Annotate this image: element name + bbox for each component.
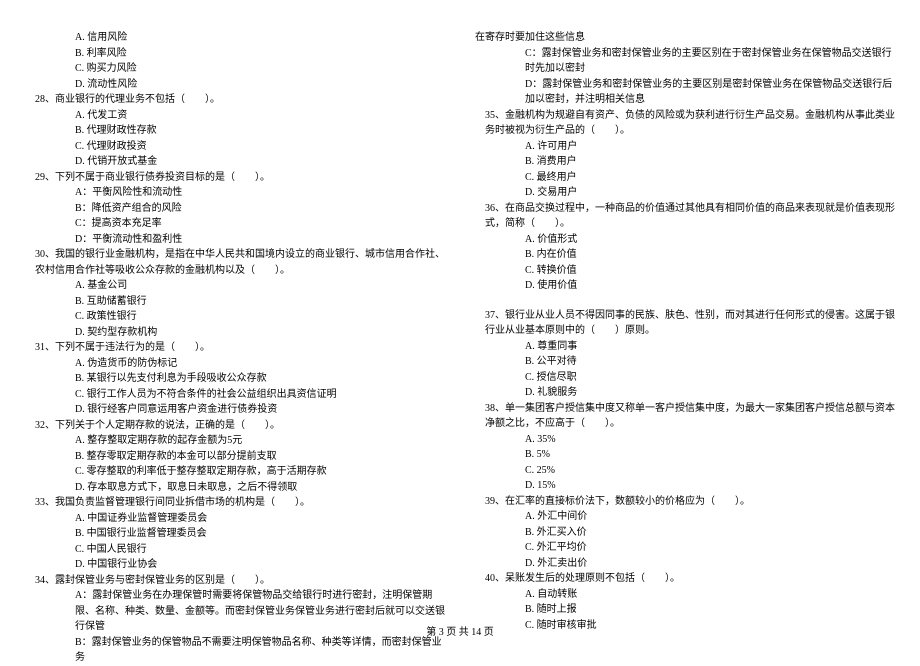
question-38: 38、单一集团客户授信集中度又称单一客户授信集中度，为最大一家集团客户授信总额与… [475, 401, 895, 432]
option: B. 消费用户 [475, 154, 895, 170]
option: D. 代销开放式基金 [25, 154, 445, 170]
question-33: 33、我国负责监督管理银行间同业拆借市场的机构是（ ）。 [25, 495, 445, 511]
option: A. 外汇中间价 [475, 509, 895, 525]
option: C：露封保管业务和密封保管业务的主要区别在于密封保管业务在保管物品交送银行时先加… [475, 46, 895, 77]
option: B：降低资产组合的风险 [25, 201, 445, 217]
option: C. 授信尽职 [475, 370, 895, 386]
option: A. 价值形式 [475, 232, 895, 248]
option: B. 随时上报 [475, 602, 895, 618]
question-28: 28、商业银行的代理业务不包括（ ）。 [25, 92, 445, 108]
option: B. 利率风险 [25, 46, 445, 62]
option: C. 最终用户 [475, 170, 895, 186]
option: B：露封保管业务的保管物品不需要注明保管物品名称、种类等详情，而密封保管业务 [25, 635, 445, 666]
option: D. 礼貌服务 [475, 385, 895, 401]
question-37: 37、银行业从业人员不得因同事的民族、肤色、性别，而对其进行任何形式的侵害。这属… [475, 308, 895, 339]
option: D：露封保管业务和密封保管业务的主要区别是密封保管业务在保管物品交送银行后加以密… [475, 77, 895, 108]
option: A. 伪造货币的防伪标记 [25, 356, 445, 372]
option: B. 整存零取定期存款的本金可以部分提前支取 [25, 449, 445, 465]
option: D. 使用价值 [475, 278, 895, 294]
left-column: A. 信用风险 B. 利率风险 C. 购买力风险 D. 流动性风险 28、商业银… [25, 30, 445, 666]
option: C. 政策性银行 [25, 309, 445, 325]
option: C. 代理财政投资 [25, 139, 445, 155]
option: D. 银行经客户同意运用客户资金进行债券投资 [25, 402, 445, 418]
option: D：平衡流动性和盈利性 [25, 232, 445, 248]
option: A：平衡风险性和流动性 [25, 185, 445, 201]
question-32: 32、下列关于个人定期存款的说法，正确的是（ ）。 [25, 418, 445, 434]
right-column: 在寄存时要加住这些信息 C：露封保管业务和密封保管业务的主要区别在于密封保管业务… [475, 30, 895, 666]
option: B. 外汇买入价 [475, 525, 895, 541]
question-29: 29、下列不属于商业银行债券投资目标的是（ ）。 [25, 170, 445, 186]
option: C. 中国人民银行 [25, 542, 445, 558]
question-36: 36、在商品交换过程中，一种商品的价值通过其他具有相同价值的商品来表现就是价值表… [475, 201, 895, 232]
option: A. 代发工资 [25, 108, 445, 124]
option: B. 公平对待 [475, 354, 895, 370]
option: D. 契约型存款机构 [25, 325, 445, 341]
option: D. 15% [475, 478, 895, 494]
option: C：提高资本充足率 [25, 216, 445, 232]
option: B. 互助储蓄银行 [25, 294, 445, 310]
option: C. 25% [475, 463, 895, 479]
option: A. 尊重同事 [475, 339, 895, 355]
option: C. 零存整取的利率低于整存整取定期存款，高于活期存款 [25, 464, 445, 480]
option: D. 存本取息方式下，取息日未取息，之后不得领取 [25, 480, 445, 496]
option: A. 整存整取定期存款的起存金额为5元 [25, 433, 445, 449]
option: C. 购买力风险 [25, 61, 445, 77]
option: D. 流动性风险 [25, 77, 445, 93]
question-30: 30、我国的银行业金融机构，是指在中华人民共和国境内设立的商业银行、城市信用合作… [25, 247, 445, 278]
option: C. 转换价值 [475, 263, 895, 279]
option: D. 交易用户 [475, 185, 895, 201]
option: B. 某银行以先支付利息为手段吸收公众存款 [25, 371, 445, 387]
option: D. 中国银行业协会 [25, 557, 445, 573]
option: A. 中国证券业监督管理委员会 [25, 511, 445, 527]
option: D. 外汇卖出价 [475, 556, 895, 572]
option: C. 外汇平均价 [475, 540, 895, 556]
option: B. 5% [475, 447, 895, 463]
question-31: 31、下列不属于违法行为的是（ ）。 [25, 340, 445, 356]
option: A. 35% [475, 432, 895, 448]
page-footer: 第 3 页 共 14 页 [0, 623, 920, 638]
option: B. 代理财政性存款 [25, 123, 445, 139]
option: B. 内在价值 [475, 247, 895, 263]
question-40: 40、呆账发生后的处理原则不包括（ ）。 [475, 571, 895, 587]
option: C. 银行工作人员为不符合条件的社会公益组织出具资信证明 [25, 387, 445, 403]
question-39: 39、在汇率的直接标价法下，数额较小的价格应为（ ）。 [475, 494, 895, 510]
option: B. 中国银行业监督管理委员会 [25, 526, 445, 542]
option: A. 信用风险 [25, 30, 445, 46]
option-cont: 在寄存时要加住这些信息 [475, 30, 895, 46]
question-34: 34、露封保管业务与密封保管业务的区别是（ ）。 [25, 573, 445, 589]
option: A. 自动转账 [475, 587, 895, 603]
question-35: 35、金融机构为规避自有资产、负债的风险或为获利进行衍生产品交易。金融机构从事此… [475, 108, 895, 139]
option: A. 许可用户 [475, 139, 895, 155]
option: A. 基金公司 [25, 278, 445, 294]
